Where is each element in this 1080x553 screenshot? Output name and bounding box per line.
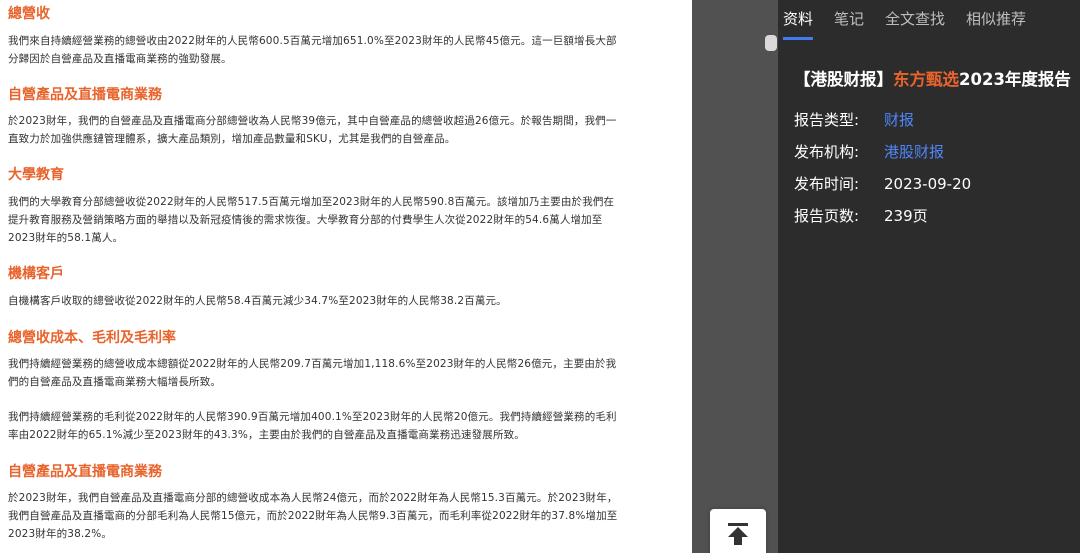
tab-fulltext-search[interactable]: 全文查找 <box>885 0 945 40</box>
meta-report-type: 报告类型: 财报 <box>794 109 914 130</box>
meta-publisher: 发布机构: 港股财报 <box>794 141 944 162</box>
section-heading: 自營產品及直播電商業務 <box>8 464 162 480</box>
paragraph: 我們的大學教育分部總營收從2022財年的人民幣517.5百萬元增加至2023財年… <box>8 196 615 244</box>
report-title-suffix: 2023年度报告 <box>959 70 1071 89</box>
report-type-link[interactable]: 财报 <box>884 111 914 129</box>
panel-tabs: 资料 笔记 全文查找 相似推荐 <box>778 0 1042 40</box>
arrow-to-top-icon <box>728 523 748 545</box>
paragraph: 我們來自持續經營業務的總營收由2022財年的人民幣600.5百萬元增加651.0… <box>8 35 617 65</box>
page-count-value: 239页 <box>884 207 928 225</box>
meta-publish-date: 发布时间: 2023-09-20 <box>794 173 971 194</box>
paragraph: 自機構客戶收取的總營收從2022財年的人民幣58.4百萬元減少34.7%至202… <box>8 295 507 307</box>
scrollbar-thumb[interactable] <box>765 35 777 51</box>
document-viewer: 總營收 我們來自持續經營業務的總營收由2022財年的人民幣600.5百萬元增加6… <box>0 0 692 553</box>
section-heading: 大學教育 <box>8 167 64 183</box>
meta-page-count: 报告页数: 239页 <box>794 205 928 226</box>
section-heading: 機構客戶 <box>8 266 64 282</box>
publisher-link[interactable]: 港股财报 <box>884 143 944 161</box>
tab-notes[interactable]: 笔记 <box>834 0 864 40</box>
paragraph: 於2023財年，我們的自營產品及直播電商分部總營收為人民幣39億元，其中自營產品… <box>8 115 617 145</box>
tab-similar-recommendations[interactable]: 相似推荐 <box>966 0 1026 40</box>
report-title-prefix: 【港股财报】 <box>794 70 893 89</box>
meta-label: 发布时间: <box>794 175 860 193</box>
paragraph: 於2023財年，我們自營產品及直播電商分部的總營收成本為人民幣24億元，而於20… <box>8 492 618 540</box>
meta-label: 报告类型: <box>794 111 860 129</box>
section-heading: 自營產品及直播電商業務 <box>8 87 162 103</box>
report-info-panel: 资料 笔记 全文查找 相似推荐 【港股财报】东方甄选2023年度报告 报告类型:… <box>778 0 1080 553</box>
viewer-gutter <box>692 0 778 553</box>
paragraph: 我們持續經營業務的總營收成本總額從2022財年的人民幣209.7百萬元增加1,1… <box>8 358 617 388</box>
meta-label: 报告页数: <box>794 207 860 225</box>
back-to-top-button[interactable] <box>710 509 766 553</box>
meta-label: 发布机构: <box>794 143 860 161</box>
section-heading: 總營收成本、毛利及毛利率 <box>8 330 176 346</box>
report-title: 【港股财报】东方甄选2023年度报告 <box>794 66 1071 90</box>
section-heading: 總營收 <box>8 6 50 22</box>
paragraph: 我們持續經營業務的毛利從2022財年的人民幣390.9百萬元增加400.1%至2… <box>8 411 617 441</box>
report-title-brand: 东方甄选 <box>893 70 959 89</box>
publish-date-value: 2023-09-20 <box>884 175 972 193</box>
tab-info[interactable]: 资料 <box>783 0 814 40</box>
